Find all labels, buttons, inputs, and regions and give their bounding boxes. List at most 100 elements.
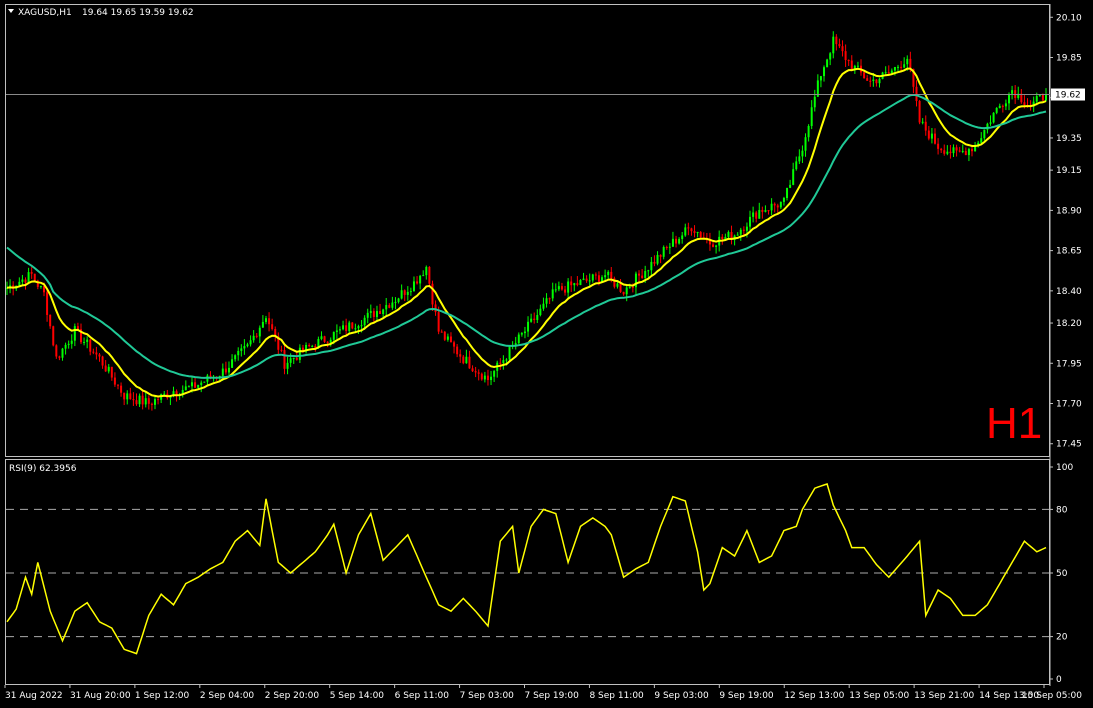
candle-body — [375, 311, 378, 317]
candle-body — [906, 58, 909, 65]
candle-body — [767, 210, 770, 212]
candle-body — [594, 274, 597, 276]
candle-body — [517, 334, 520, 344]
candle-body — [95, 352, 98, 355]
candle-body — [721, 236, 724, 240]
candle-body — [474, 371, 477, 373]
candle-body — [567, 281, 570, 293]
candle-body — [477, 372, 480, 374]
x-tick-label: 5 Sep 14:00 — [330, 691, 385, 701]
candle-body — [681, 235, 684, 239]
candle-body — [499, 362, 502, 364]
candle-body — [184, 386, 187, 391]
candle-body — [687, 227, 690, 229]
candle-body — [604, 275, 607, 278]
candle-body — [921, 121, 924, 123]
candle-body — [357, 326, 360, 329]
rsi-tick-label: 20 — [1056, 633, 1068, 643]
candle-body — [360, 325, 363, 327]
candle-body — [616, 283, 619, 287]
menu-triangle-icon[interactable] — [8, 9, 14, 13]
candle-body — [323, 336, 326, 342]
candle-body — [138, 395, 141, 405]
candle-body — [135, 400, 138, 405]
candle-body — [838, 44, 841, 47]
x-tick-label: 8 Sep 11:00 — [589, 691, 644, 701]
candle-body — [776, 205, 779, 208]
candle-body — [742, 229, 745, 231]
ohlc-header: 19.64 19.65 19.59 19.62 — [82, 8, 194, 18]
candle-body — [631, 286, 634, 288]
candle-body — [844, 51, 847, 61]
candle-body — [194, 382, 197, 388]
candle-body — [388, 305, 391, 308]
candle-body — [394, 301, 397, 303]
timeframe-label: H1 — [986, 399, 1042, 448]
x-tick-label: 6 Sep 11:00 — [395, 691, 450, 701]
main-chart-panel[interactable] — [5, 4, 1050, 457]
candle-body — [671, 238, 674, 247]
x-tick-label: 13 Sep 05:00 — [849, 691, 909, 701]
candle-body — [810, 107, 813, 126]
candle-body — [264, 318, 267, 322]
candle-body — [869, 80, 872, 82]
candle-body — [190, 382, 193, 387]
candle-body — [564, 289, 567, 293]
symbol-header: XAGUSD,H1 — [18, 8, 72, 18]
candle-body — [342, 325, 345, 330]
candle-body — [576, 283, 579, 286]
candle-body — [157, 399, 160, 401]
candle-body — [782, 197, 785, 202]
candle-body — [678, 238, 681, 244]
candle-body — [397, 298, 400, 302]
candle-body — [412, 281, 415, 292]
candle-body — [58, 356, 61, 358]
candle-body — [545, 298, 548, 304]
candle-body — [403, 290, 406, 295]
candle-body — [382, 309, 385, 315]
current-price-label: 19.62 — [1055, 91, 1081, 101]
candle-body — [755, 212, 758, 219]
y-tick-label: 18.20 — [1056, 319, 1082, 329]
candle-body — [964, 150, 967, 156]
candle-body — [662, 247, 665, 257]
candle-body — [930, 133, 933, 139]
candle-body — [465, 356, 468, 364]
candle-body — [283, 350, 286, 369]
candle-body — [200, 382, 203, 385]
candle-body — [650, 261, 653, 271]
candle-body — [727, 232, 730, 237]
candle-body — [696, 232, 699, 234]
candle-body — [289, 358, 292, 363]
candle-body — [446, 336, 449, 340]
y-tick-label: 19.85 — [1056, 53, 1082, 63]
candle-body — [668, 246, 671, 248]
candle-body — [520, 333, 523, 335]
candle-body — [715, 245, 718, 247]
candle-body — [419, 275, 422, 284]
candle-body — [459, 354, 462, 357]
candle-body — [943, 150, 946, 154]
rsi-tick-label: 0 — [1056, 675, 1062, 685]
candle-body — [983, 129, 986, 139]
moving-average-slow-line — [6, 93, 1047, 379]
mt4-chart-window[interactable]: 20.1019.8519.6019.3519.1518.9018.6518.40… — [0, 0, 1093, 708]
x-tick-label: 31 Aug 2022 — [5, 691, 63, 701]
candle-body — [761, 209, 764, 212]
candle-body — [292, 357, 295, 359]
x-tick-label: 12 Sep 13:00 — [784, 691, 844, 701]
chart-canvas[interactable]: 20.1019.8519.6019.3519.1518.9018.6518.40… — [0, 0, 1093, 708]
candle-body — [21, 279, 24, 282]
candle-body — [770, 203, 773, 211]
candle-body — [363, 317, 366, 326]
candle-body — [268, 318, 271, 325]
candle-body — [995, 107, 998, 113]
y-tick-label: 19.15 — [1056, 166, 1082, 176]
candle-body — [622, 291, 625, 295]
candle-body — [332, 331, 335, 340]
candle-body — [813, 96, 816, 108]
rsi-tick-label: 100 — [1056, 463, 1073, 473]
candle-body — [437, 312, 440, 332]
candle-body — [641, 275, 644, 278]
candle-body — [39, 286, 42, 288]
